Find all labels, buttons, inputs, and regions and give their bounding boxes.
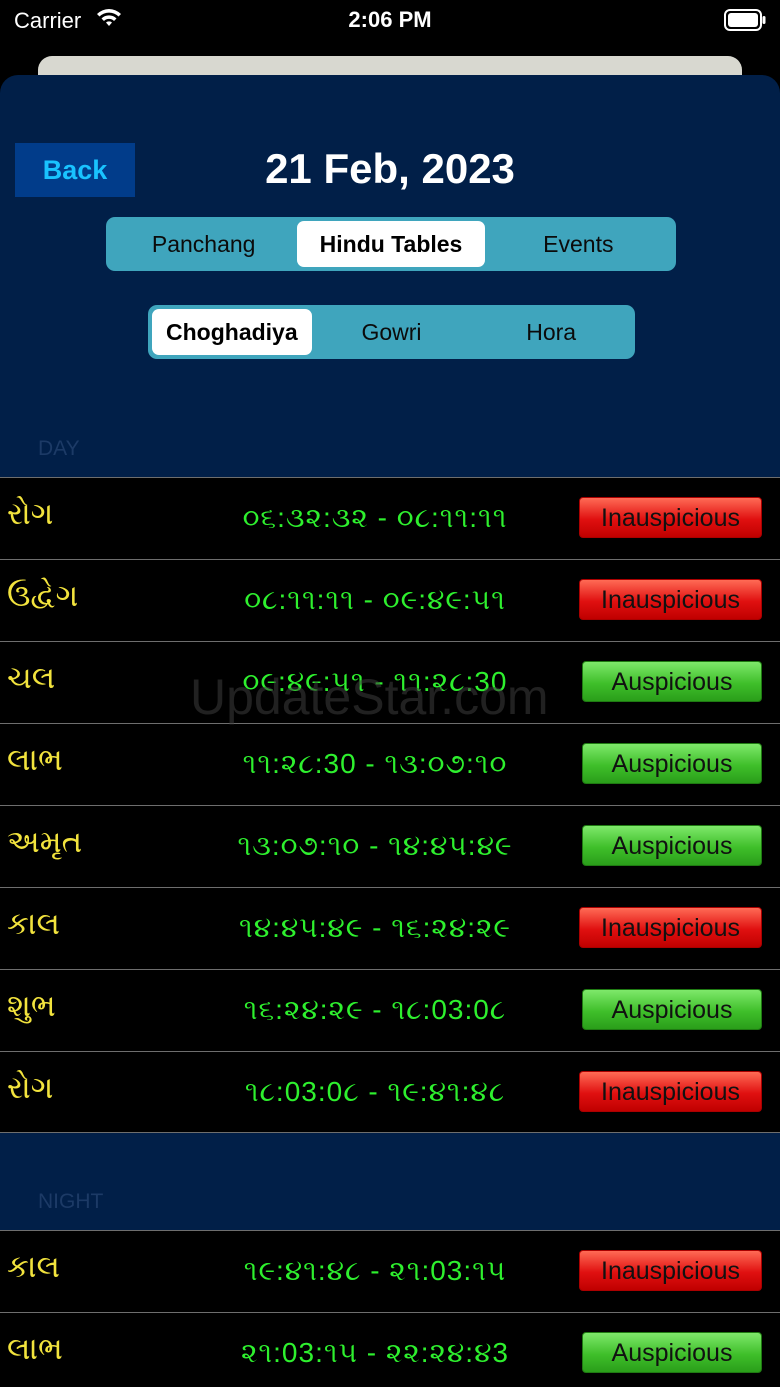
status-badge: Inauspicious	[579, 497, 762, 538]
clock: 2:06 PM	[348, 7, 432, 32]
modal-sheet: Back 21 Feb, 2023 Panchang Hindu Tables …	[0, 75, 780, 1387]
row-time-range: ૧૩:૦૭:૧૦ - ૧૪:૪૫:૪૯	[237, 830, 513, 861]
row-name: ઉદ્વેગ	[7, 578, 79, 613]
status-badge: Auspicious	[582, 661, 762, 702]
night-section-title: NIGHT	[38, 1190, 104, 1213]
status-badge: Inauspicious	[579, 907, 762, 948]
tab-events[interactable]: Events	[485, 221, 672, 267]
night-table: કાલ ૧૯:૪૧:૪૮ - ૨૧:03:૧૫ Inauspicious લાભ…	[0, 1230, 780, 1387]
tab-choghadiya[interactable]: Choghadiya	[152, 309, 312, 355]
row-time-range: ૧૪:૪૫:૪૯ - ૧૬:૨૪:૨૯	[239, 912, 511, 943]
status-badge: Inauspicious	[579, 1071, 762, 1112]
tab-hora[interactable]: Hora	[471, 309, 631, 355]
table-row[interactable]: લાભ ૨૧:03:૧૫ - ૨૨:૨૪:૪3 Auspicious	[0, 1312, 780, 1387]
row-time-range: ૦૯:૪૯:૫૧ - ૧૧:૨૮:30	[242, 666, 508, 697]
table-row[interactable]: કાલ ૧૯:૪૧:૪૮ - ૨૧:03:૧૫ Inauspicious	[0, 1230, 780, 1312]
row-time-range: ૦૬:૩૨:૩૨ - ૦૮:૧૧:૧૧	[242, 502, 508, 533]
main-tabs: Panchang Hindu Tables Events	[106, 217, 676, 271]
status-badge: Auspicious	[582, 989, 762, 1030]
table-type-tabs: Choghadiya Gowri Hora	[148, 305, 635, 359]
row-name: શુભ	[7, 988, 56, 1023]
row-name: રોગ	[7, 1070, 54, 1105]
tab-hindu-tables[interactable]: Hindu Tables	[297, 221, 485, 267]
table-row[interactable]: કાલ ૧૪:૪૫:૪૯ - ૧૬:૨૪:૨૯ Inauspicious	[0, 887, 780, 969]
tab-gowri[interactable]: Gowri	[312, 309, 472, 355]
status-badge: Auspicious	[582, 1332, 762, 1373]
row-name: લાભ	[7, 742, 63, 777]
row-name: ચલ	[7, 660, 56, 695]
row-time-range: ૧૮:03:0૮ - ૧૯:૪૧:૪૮	[244, 1076, 506, 1107]
table-row[interactable]: ઉદ્વેગ ૦૮:૧૧:૧૧ - ૦૯:૪૯:૫૧ Inauspicious	[0, 559, 780, 641]
day-section-title: DAY	[38, 437, 80, 460]
page-title: 21 Feb, 2023	[265, 145, 515, 192]
table-row[interactable]: ચલ ૦૯:૪૯:૫૧ - ૧૧:૨૮:30 Auspicious	[0, 641, 780, 723]
table-row[interactable]: રોગ ૦૬:૩૨:૩૨ - ૦૮:૧૧:૧૧ Inauspicious	[0, 477, 780, 559]
table-row[interactable]: શુભ ૧૬:૨૪:૨૯ - ૧૮:03:0૮ Auspicious	[0, 969, 780, 1051]
row-name: લાભ	[7, 1331, 63, 1366]
table-row[interactable]: અમૃત ૧૩:૦૭:૧૦ - ૧૪:૪૫:૪૯ Auspicious	[0, 805, 780, 887]
row-time-range: ૧૯:૪૧:૪૮ - ૨૧:03:૧૫	[243, 1255, 507, 1286]
status-badge: Auspicious	[582, 825, 762, 866]
row-name: અમૃત	[7, 824, 83, 859]
day-table: રોગ ૦૬:૩૨:૩૨ - ૦૮:૧૧:૧૧ Inauspicious ઉદ્…	[0, 477, 780, 1133]
row-time-range: ૨૧:03:૧૫ - ૨૨:૨૪:૪3	[240, 1337, 510, 1368]
row-time-range: ૧૬:૨૪:૨૯ - ૧૮:03:0૮	[243, 994, 507, 1025]
row-name: રોગ	[7, 496, 54, 531]
table-row[interactable]: રોગ ૧૮:03:0૮ - ૧૯:૪૧:૪૮ Inauspicious	[0, 1051, 780, 1133]
row-name: કાલ	[7, 906, 60, 941]
status-badge: Inauspicious	[579, 1250, 762, 1291]
table-row[interactable]: લાભ ૧૧:૨૮:30 - ૧૩:૦૭:૧૦ Auspicious	[0, 723, 780, 805]
status-bar: Carrier 2:06 PM	[0, 0, 780, 40]
row-name: કાલ	[7, 1249, 60, 1284]
row-time-range: ૧૧:૨૮:30 - ૧૩:૦૭:૧૦	[242, 748, 508, 779]
battery-icon	[724, 9, 766, 36]
row-time-range: ૦૮:૧૧:૧૧ - ૦૯:૪૯:૫૧	[244, 584, 506, 615]
status-badge: Inauspicious	[579, 579, 762, 620]
tab-panchang[interactable]: Panchang	[110, 221, 297, 267]
status-badge: Auspicious	[582, 743, 762, 784]
